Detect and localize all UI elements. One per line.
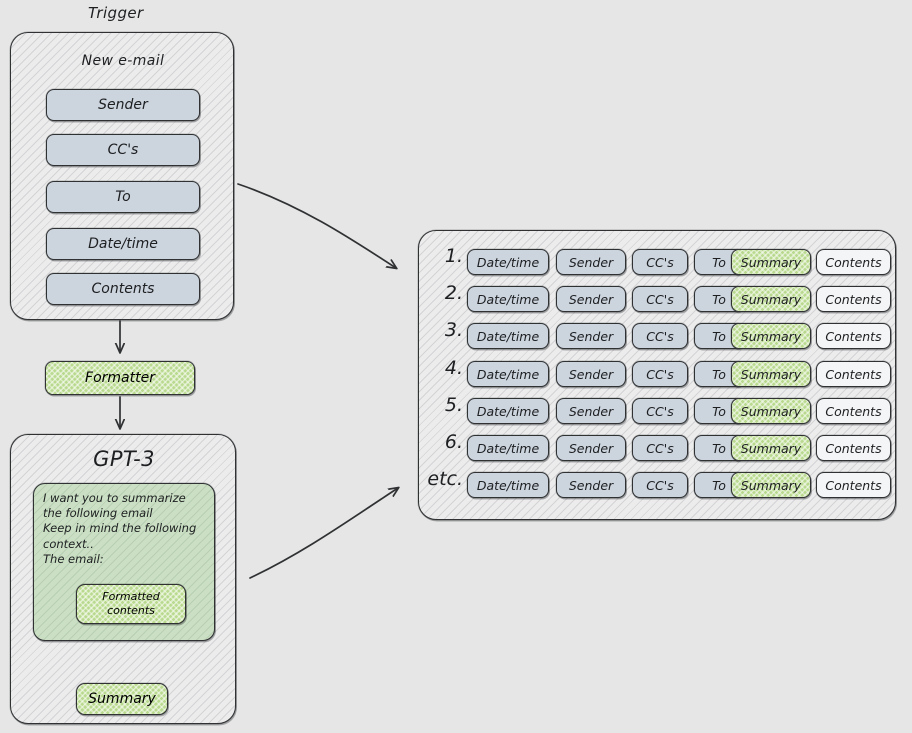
results-cell-summary[interactable]: Summary <box>731 361 811 387</box>
results-cell-sender[interactable]: Sender <box>556 249 626 275</box>
results-cell-datetime[interactable]: Date/time <box>467 398 549 424</box>
new-email-card[interactable]: New e-mail Sender CC's To Date/time Cont… <box>10 32 234 320</box>
results-row-number: 1. <box>444 245 463 267</box>
formatter-node[interactable]: Formatter <box>45 361 195 395</box>
results-cell-datetime[interactable]: Date/time <box>467 472 549 498</box>
results-cell-ccs[interactable]: CC's <box>632 398 688 424</box>
formatted-contents-line1: Formatted <box>102 590 160 603</box>
results-cell-summary[interactable]: Summary <box>731 286 811 312</box>
results-cell-ccs[interactable]: CC's <box>632 323 688 349</box>
results-cell-summary[interactable]: Summary <box>731 249 811 275</box>
results-row-number: 6. <box>444 431 463 453</box>
results-row-number: 3. <box>444 319 463 341</box>
email-field-datetime[interactable]: Date/time <box>46 228 200 260</box>
results-cell-summary[interactable]: Summary <box>731 435 811 461</box>
results-cell-ccs[interactable]: CC's <box>632 472 688 498</box>
gpt3-prompt-text: I want you to summarize the following em… <box>43 491 197 566</box>
results-cell-summary[interactable]: Summary <box>731 398 811 424</box>
results-cell-datetime[interactable]: Date/time <box>467 249 549 275</box>
results-cell-datetime[interactable]: Date/time <box>467 361 549 387</box>
email-field-ccs[interactable]: CC's <box>46 134 200 166</box>
gpt3-card[interactable]: GPT-3 I want you to summarize the follow… <box>10 434 236 724</box>
results-cell-summary[interactable]: Summary <box>731 472 811 498</box>
results-cell-sender[interactable]: Sender <box>556 286 626 312</box>
results-cell-contents[interactable]: Contents <box>816 398 891 424</box>
results-cell-sender[interactable]: Sender <box>556 323 626 349</box>
results-cell-contents[interactable]: Contents <box>816 249 891 275</box>
results-cell-ccs[interactable]: CC's <box>632 361 688 387</box>
formatted-contents-line2: contents <box>107 604 155 617</box>
results-row-number: 4. <box>444 357 463 379</box>
trigger-label: Trigger <box>88 4 144 22</box>
results-cell-sender[interactable]: Sender <box>556 361 626 387</box>
results-cell-contents[interactable]: Contents <box>816 361 891 387</box>
formatted-contents-node[interactable]: Formatted contents <box>76 584 186 624</box>
results-cell-datetime[interactable]: Date/time <box>467 323 549 349</box>
email-field-contents[interactable]: Contents <box>46 273 200 305</box>
gpt3-prompt-box[interactable]: I want you to summarize the following em… <box>33 483 215 641</box>
arrow-email-to-table <box>237 183 396 268</box>
results-row-number: 2. <box>444 282 463 304</box>
arrow-gpt-to-table <box>249 488 398 579</box>
results-cell-ccs[interactable]: CC's <box>632 435 688 461</box>
results-cell-ccs[interactable]: CC's <box>632 286 688 312</box>
results-cell-datetime[interactable]: Date/time <box>467 435 549 461</box>
results-cell-contents[interactable]: Contents <box>816 435 891 461</box>
email-field-to[interactable]: To <box>46 181 200 213</box>
results-cell-sender[interactable]: Sender <box>556 472 626 498</box>
results-cell-summary[interactable]: Summary <box>731 323 811 349</box>
email-field-sender[interactable]: Sender <box>46 89 200 121</box>
gpt3-summary-output[interactable]: Summary <box>76 683 168 715</box>
results-cell-contents[interactable]: Contents <box>816 323 891 349</box>
results-table-card[interactable]: 1. Date/time Sender CC's To Summary Contents 2.… <box>418 230 896 520</box>
results-cell-sender[interactable]: Sender <box>556 398 626 424</box>
results-cell-datetime[interactable]: Date/time <box>467 286 549 312</box>
results-row-number: etc. <box>427 468 463 490</box>
results-cell-ccs[interactable]: CC's <box>632 249 688 275</box>
results-cell-contents[interactable]: Contents <box>816 472 891 498</box>
results-cell-sender[interactable]: Sender <box>556 435 626 461</box>
new-email-title: New e-mail <box>81 53 165 69</box>
gpt3-title: GPT-3 <box>93 447 155 471</box>
results-cell-contents[interactable]: Contents <box>816 286 891 312</box>
results-row-number: 5. <box>444 394 463 416</box>
